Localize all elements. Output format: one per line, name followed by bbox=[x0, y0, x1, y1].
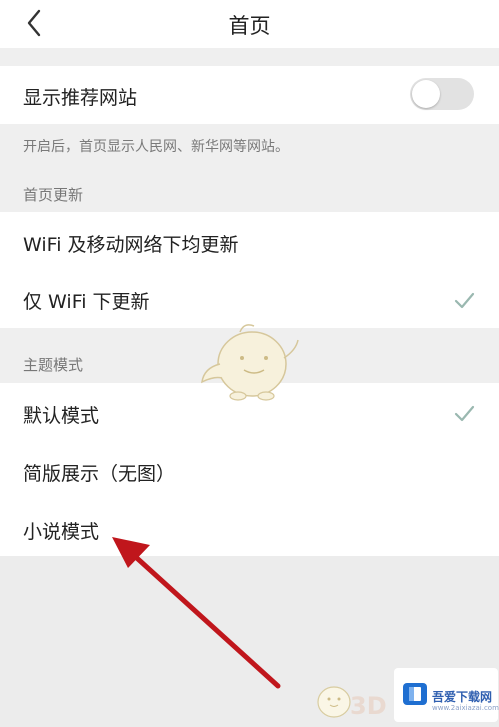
check-icon bbox=[454, 405, 475, 422]
recommend-sites-hint: 开启后，首页显示人民网、新华网等网站。 bbox=[23, 139, 289, 155]
watermark-logo-icon bbox=[403, 683, 427, 705]
section-title-theme: 主题模式 bbox=[23, 356, 84, 374]
watermark-url: www.2aixiazai.com bbox=[432, 704, 499, 712]
option-wifi-and-mobile[interactable]: WiFi 及移动网络下均更新 bbox=[23, 230, 239, 257]
mascot-watermark-icon bbox=[201, 324, 299, 401]
option-default-mode[interactable]: 默认模式 bbox=[23, 401, 99, 428]
option-wifi-only[interactable]: 仅 WiFi 下更新 bbox=[23, 287, 150, 314]
toggle-knob bbox=[412, 80, 440, 108]
recommend-sites-toggle[interactable] bbox=[410, 78, 474, 110]
mascot-small-icon bbox=[317, 686, 351, 718]
recommend-sites-label: 显示推荐网站 bbox=[23, 87, 138, 109]
page-title: 首页 bbox=[228, 14, 271, 38]
watermark-name: 吾爱下载网 bbox=[432, 690, 493, 704]
watermark-badge: 吾爱下载网 www.2aixiazai.com bbox=[394, 668, 499, 722]
option-novel-mode[interactable]: 小说模式 bbox=[23, 517, 99, 544]
update-options-group: WiFi 及移动网络下均更新 仅 WiFi 下更新 bbox=[0, 212, 499, 328]
check-icon bbox=[454, 292, 475, 309]
navigation-bar: 首页 bbox=[0, 0, 499, 48]
section-title-update: 首页更新 bbox=[23, 186, 84, 204]
option-simple-mode[interactable]: 简版展示（无图） bbox=[23, 459, 175, 486]
